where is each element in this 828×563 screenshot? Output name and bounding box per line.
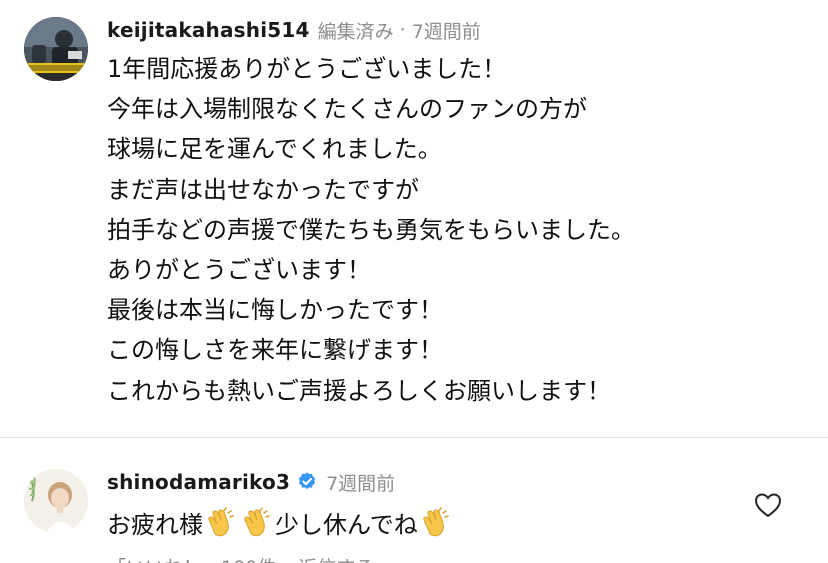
comment-line: 拍手などの声援で僕たちも勇気をもらいました。 (107, 215, 635, 244)
heart-icon[interactable] (754, 492, 782, 518)
comment-line: 1年間応援ありがとうございました！ (107, 55, 507, 83)
comment-line: この悔しさを来年に繋げます！ (107, 336, 443, 365)
avatar[interactable] (24, 17, 88, 81)
avatar[interactable] (24, 469, 88, 533)
clapping-hands-icon (419, 505, 453, 539)
reply-button[interactable]: 返信する (298, 553, 374, 563)
comment-header: shinodamariko3 7週間前 (107, 468, 395, 496)
avatar-photo (24, 469, 88, 533)
username-link[interactable]: keijitakahashi514 (107, 18, 310, 42)
comment-line: これからも熱いご声援よろしくお願いします！ (107, 376, 611, 405)
avatar-photo (24, 17, 88, 81)
comment-body: 1年間応援ありがとうございました！ 今年は入場制限なくたくさんのファンの方が 球… (107, 49, 635, 411)
comment-time: 7週間前 (326, 472, 396, 495)
comment-line: ありがとうございます！ (107, 255, 371, 284)
clapping-hands-icon (204, 505, 238, 539)
likes-count-link[interactable]: 「いいね！」100件 (107, 553, 276, 563)
comment-body: お疲れ様 少し休んでね (107, 500, 454, 544)
comment-text: お疲れ様 (107, 510, 203, 539)
edited-label: 編集済み (317, 20, 394, 43)
comments-view: keijitakahashi514 編集済み · 7週間前 1年間応援ありがとう… (0, 0, 828, 563)
verified-badge-icon (296, 471, 318, 493)
comment-footer: 「いいね！」100件 返信する (107, 553, 374, 563)
comment-line: まだ声は出せなかったですが (107, 175, 419, 204)
comment-line: 球場に足を運んでくれました。 (107, 135, 442, 164)
comment-text: 少し休んでね (275, 510, 418, 539)
meta-separator: · (399, 19, 406, 41)
comment-line: 今年は入場制限なくたくさんのファンの方が (107, 95, 587, 124)
clapping-hands-icon (240, 505, 274, 539)
divider (0, 437, 828, 438)
comment-line: 最後は本当に悔しかったです！ (107, 296, 443, 325)
username-link[interactable]: shinodamariko3 (107, 470, 290, 494)
comment-time: 7週間前 (411, 20, 481, 43)
comment-header: keijitakahashi514 編集済み · 7週間前 (107, 16, 481, 44)
